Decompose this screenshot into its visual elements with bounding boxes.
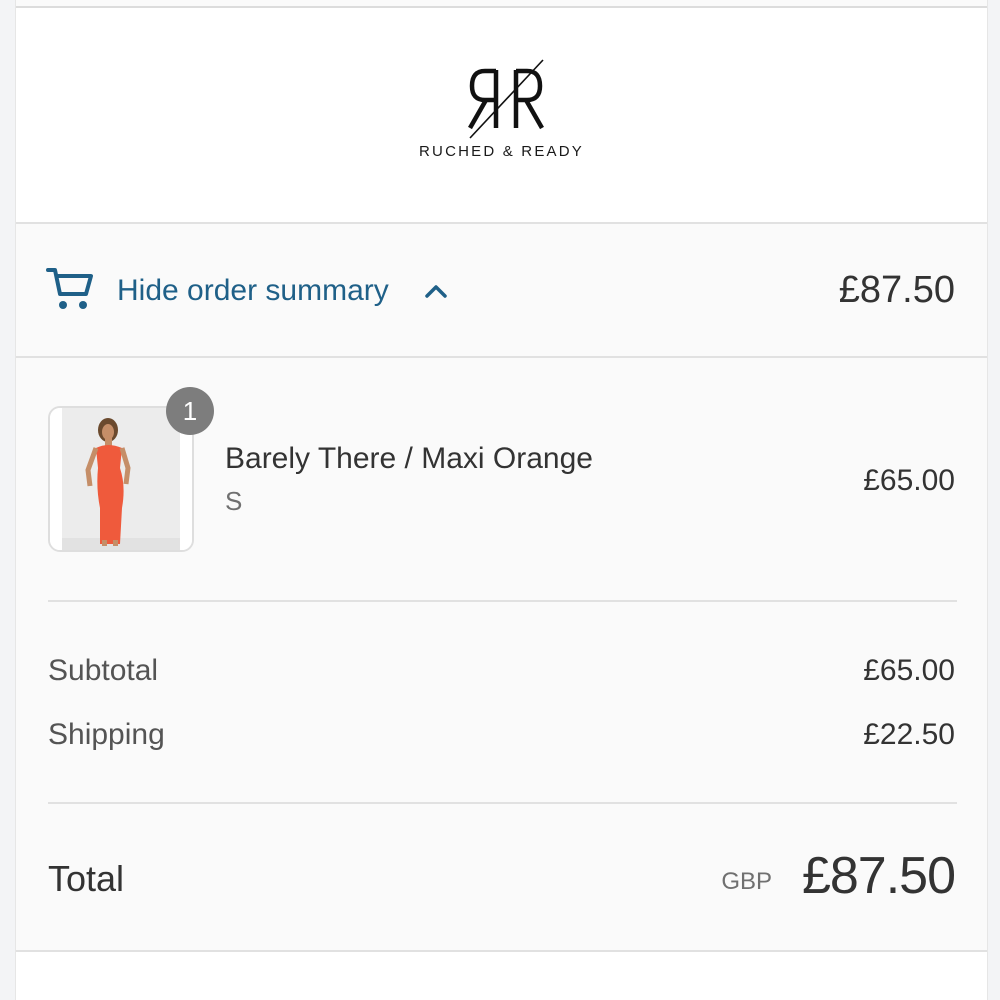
product-title: Barely There / Maxi Orange <box>225 442 593 475</box>
shipping-value: £22.50 <box>863 718 955 751</box>
cart-icon <box>46 268 93 309</box>
divider <box>48 802 957 804</box>
rr-monogram-logo[interactable] <box>466 58 546 140</box>
brand-name: RUCHED & READY <box>419 143 584 160</box>
quantity-badge: 1 <box>166 387 214 435</box>
product-price: £65.00 <box>863 464 955 497</box>
orange-maxi-dress-photo <box>50 408 192 550</box>
product-variant: S <box>225 486 243 516</box>
order-summary-toggle[interactable]: Hide order summary £87.50 <box>16 226 987 358</box>
total-label: Total <box>48 858 125 899</box>
chevron-up-icon <box>425 285 447 298</box>
summary-total-price: £87.50 <box>838 269 955 311</box>
total-price: £87.50 <box>801 847 956 905</box>
hide-order-summary-link[interactable]: Hide order summary <box>117 274 389 308</box>
currency-code: GBP <box>721 868 772 895</box>
line-item: 1 Barely There / Maxi Orange S £65.00 <box>16 360 987 602</box>
shipping-label: Shipping <box>48 718 165 751</box>
subtotal-value: £65.00 <box>863 654 955 687</box>
next-section <box>16 950 987 1000</box>
subtotal-label: Subtotal <box>48 654 159 687</box>
store-header: RUCHED & READY <box>16 8 987 224</box>
divider <box>48 600 957 602</box>
checkout-page: RUCHED & READY Hide order summary £87.50 <box>15 0 988 1000</box>
